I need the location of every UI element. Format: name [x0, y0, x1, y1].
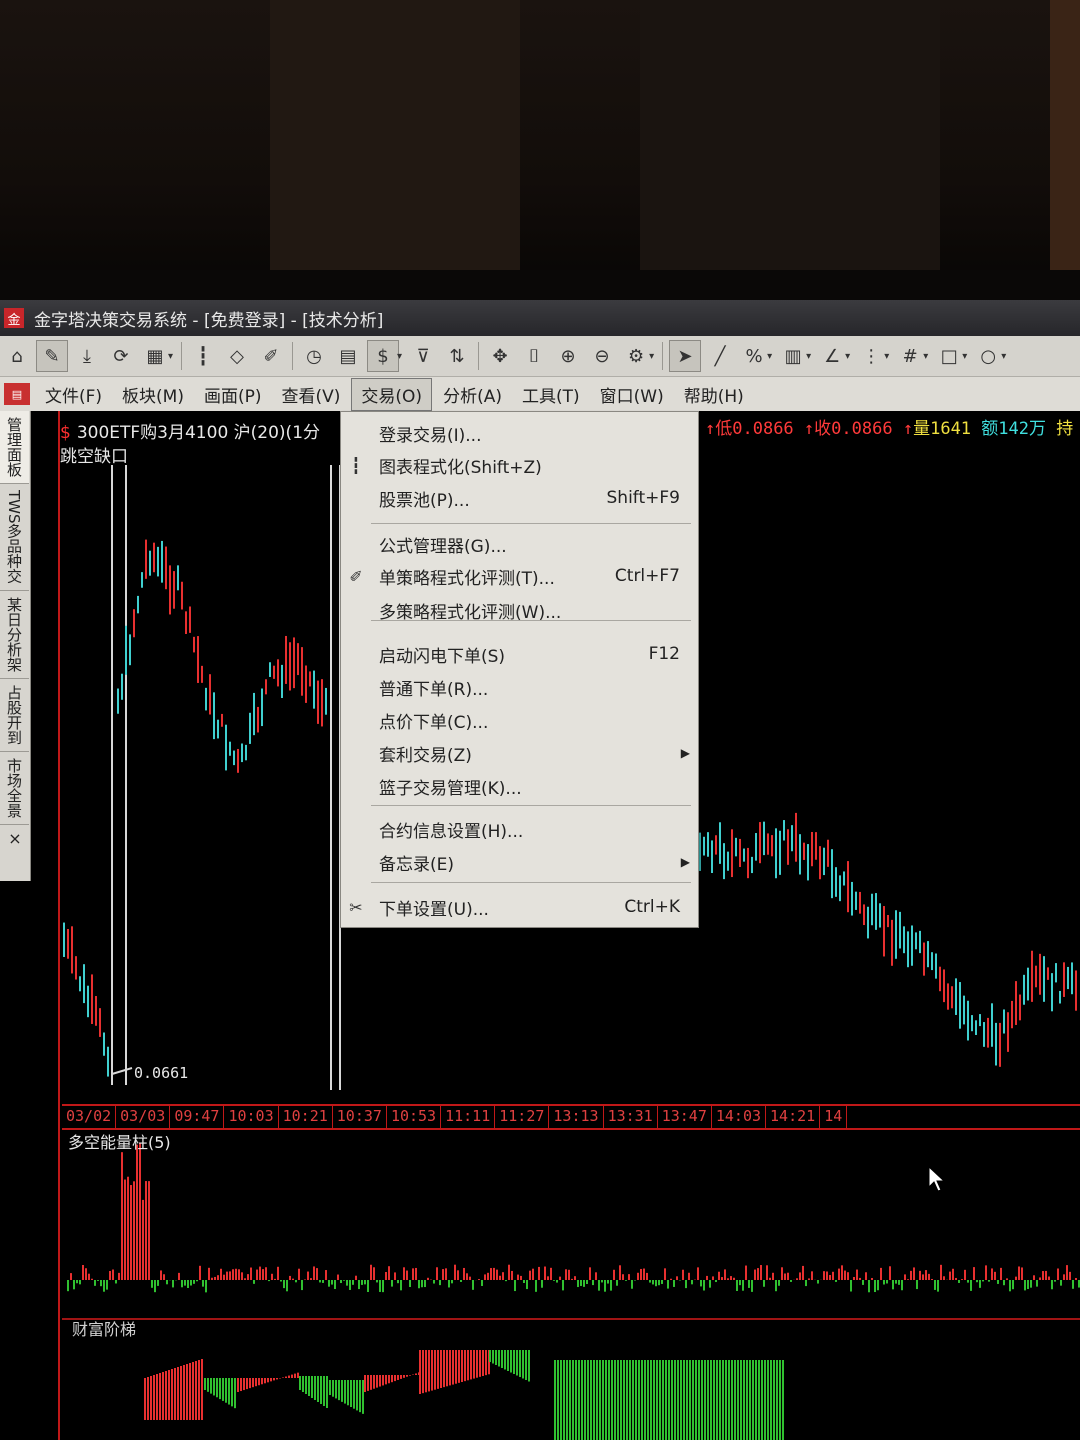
marker-line — [111, 1067, 133, 1075]
quote-readout: ↑低0.0866 ↑收0.0866 ↑量1641 额142万 持 — [705, 414, 1073, 439]
menu-item-label: 下单设置(U)... — [379, 899, 489, 920]
menu-item-label: 点价下单(C)... — [379, 712, 489, 733]
volume-value: 量1641 — [913, 419, 972, 439]
time-axis: 03/02 03/03 09:47 10:03 10:21 10:37 10:53 11:11… — [62, 1104, 1080, 1130]
menu-item-label: 公式管理器(G)... — [379, 536, 507, 557]
monitor-bezel — [0, 270, 1080, 300]
trade-menu-item[interactable]: 备忘录(E) ▶ — [341, 847, 698, 877]
time-tick: 10:21 — [279, 1106, 333, 1128]
menu-separator — [371, 620, 691, 621]
menu-item-shortcut: Shift+F9 — [606, 488, 680, 508]
time-tick: 14 — [820, 1106, 848, 1128]
trade-menu-item[interactable]: 点价下单(C)... — [341, 705, 698, 735]
trade-menu-item[interactable]: 股票池(P)... Shift+F9 — [341, 483, 698, 513]
time-tick: 11:11 — [441, 1106, 496, 1128]
menu-separator — [371, 523, 691, 524]
up-arrow-icon: ↑ — [803, 419, 815, 439]
trade-menu-item[interactable]: 普通下单(R)... — [341, 672, 698, 702]
low-value: 低0.0866 — [715, 419, 794, 439]
indicator-title[interactable]: 多空能量柱(5) — [68, 1129, 171, 1153]
instrument-label: 300ETF购3月4100 沪(20)(1分 — [76, 423, 321, 443]
menu-item-label: 合约信息设置(H)... — [379, 821, 524, 842]
background-panel — [1050, 0, 1080, 270]
menu-item-shortcut: Ctrl+F7 — [614, 566, 680, 586]
menu-item-label: 篮子交易管理(K)... — [379, 778, 522, 799]
trade-menu-item[interactable]: 篮子交易管理(K)... — [341, 771, 698, 801]
up-arrow-icon: ↑ — [705, 419, 716, 439]
time-tick: 10:03 — [224, 1106, 279, 1128]
indicator-divider[interactable] — [62, 1318, 1080, 1320]
chart-subtitle: 跳空缺口 — [60, 447, 128, 467]
edit-icon: ✐ — [349, 566, 363, 586]
menu-item-shortcut: Ctrl+K — [624, 897, 680, 917]
time-tick: 10:53 — [387, 1106, 442, 1128]
time-tick: 10:37 — [333, 1106, 387, 1128]
background-panel — [640, 0, 940, 270]
price-label: 0.0661 — [134, 1064, 189, 1082]
menu-item-label: 启动闪电下单(S) — [379, 646, 506, 667]
hold-value: 持 — [1056, 419, 1074, 439]
trade-menu-item[interactable]: 启动闪电下单(S) F12 — [341, 639, 698, 669]
amount-value: 额142万 — [981, 419, 1047, 439]
dollar-icon: $ — [60, 423, 71, 443]
time-tick: 09:47 — [170, 1106, 225, 1128]
background-panel — [270, 0, 520, 270]
close-value: 收0.0866 — [814, 419, 893, 439]
menu-item-label: 套利交易(Z) — [379, 745, 472, 766]
time-tick: 14:21 — [766, 1106, 821, 1128]
trade-menu-item[interactable]: 合约信息设置(H)... — [341, 814, 698, 844]
submenu-arrow-icon: ▶ — [680, 746, 690, 760]
menu-item-label: 登录交易(I)... — [379, 425, 482, 446]
time-tick: 14:03 — [712, 1106, 767, 1128]
time-tick: 11:27 — [495, 1106, 550, 1128]
mouse-cursor-icon — [928, 1166, 946, 1192]
trade-menu-item[interactable]: ┇ 图表程式化(Shift+Z) — [341, 450, 698, 480]
menu-item-label: 多策略程式化评测(W)... — [379, 602, 562, 623]
menu-item-label: 单策略程式化评测(T)... — [379, 568, 555, 589]
chart-header: $300ETF购3月4100 沪(20)(1分 — [60, 418, 320, 443]
screen: 金 金字塔决策交易系统 - [免费登录] - [技术分析] ⌂ ✎ ⤓ ⟳ ▦ ▾ ┇ ◇ ✐ ◷… — [0, 300, 1080, 1440]
time-tick: 13:13 — [549, 1106, 604, 1128]
trade-menu-item[interactable]: ✐ 单策略程式化评测(T)... Ctrl+F7 — [341, 561, 698, 591]
menu-separator — [371, 882, 691, 883]
time-tick: 13:31 — [604, 1106, 658, 1128]
indicator-title[interactable]: 财富阶梯 — [72, 1316, 136, 1340]
up-arrow-icon: ↑ — [902, 419, 914, 439]
trade-menu-item[interactable]: 登录交易(I)... — [341, 418, 698, 448]
candlestick-icon: ┇ — [351, 455, 361, 475]
menu-item-label: 备忘录(E) — [379, 854, 455, 875]
tools-icon: ✂ — [349, 897, 363, 917]
background-room — [0, 0, 1080, 300]
trade-menu-dropdown: 登录交易(I)... ┇ 图表程式化(Shift+Z) 股票池(P)... Shift+… — [340, 411, 699, 928]
menu-separator — [371, 805, 691, 806]
trade-menu-item[interactable]: ✂ 下单设置(U)... Ctrl+K — [341, 892, 698, 922]
time-tick: 03/02 — [62, 1106, 117, 1128]
time-tick: 13:47 — [658, 1106, 712, 1128]
trade-menu-item[interactable]: 公式管理器(G)... — [341, 529, 698, 559]
trade-menu-item[interactable]: 套利交易(Z) ▶ — [341, 738, 698, 768]
time-tick: 03/03 — [116, 1106, 171, 1128]
menu-item-label: 图表程式化(Shift+Z) — [379, 457, 542, 478]
submenu-arrow-icon: ▶ — [680, 855, 690, 869]
menu-item-label: 股票池(P)... — [379, 490, 470, 511]
menu-item-shortcut: F12 — [648, 644, 680, 664]
menu-item-label: 普通下单(R)... — [379, 679, 489, 700]
